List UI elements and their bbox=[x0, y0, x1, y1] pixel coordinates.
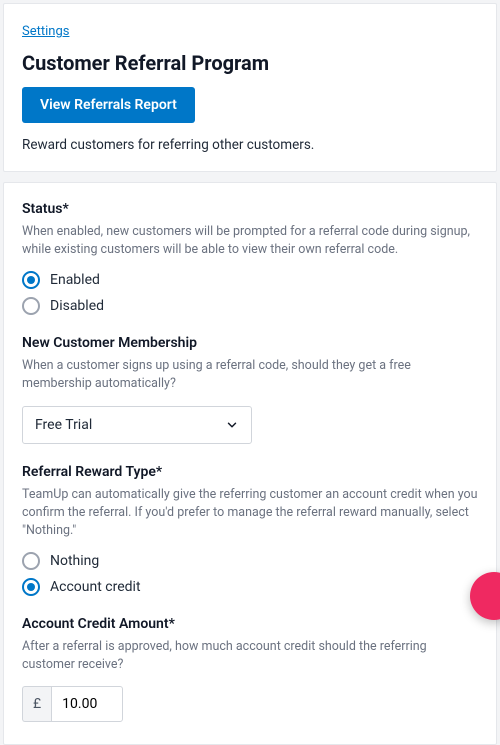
radio-label: Disabled bbox=[50, 298, 104, 314]
radio-icon bbox=[22, 552, 40, 570]
radio-label: Enabled bbox=[50, 272, 100, 288]
chevron-down-icon bbox=[225, 418, 239, 432]
status-help: When enabled, new customers will be prom… bbox=[22, 223, 478, 259]
membership-field: New Customer Membership When a customer … bbox=[22, 335, 478, 443]
radio-icon bbox=[22, 271, 40, 289]
radio-icon bbox=[22, 297, 40, 315]
membership-selected-value: Free Trial bbox=[35, 417, 92, 433]
header-panel: Settings Customer Referral Program View … bbox=[3, 3, 497, 172]
reward-type-label: Referral Reward Type* bbox=[22, 464, 478, 480]
reward-type-help: TeamUp can automatically give the referr… bbox=[22, 486, 478, 540]
currency-prefix: £ bbox=[22, 686, 51, 722]
form-panel: Status* When enabled, new customers will… bbox=[3, 182, 497, 745]
membership-label: New Customer Membership bbox=[22, 335, 478, 351]
reward-type-field: Referral Reward Type* TeamUp can automat… bbox=[22, 464, 478, 596]
radio-label: Account credit bbox=[50, 579, 141, 595]
credit-amount-field: Account Credit Amount* After a referral … bbox=[22, 616, 478, 722]
credit-amount-label: Account Credit Amount* bbox=[22, 616, 478, 632]
radio-icon bbox=[22, 578, 40, 596]
credit-amount-help: After a referral is approved, how much a… bbox=[22, 638, 478, 674]
status-radio-disabled[interactable]: Disabled bbox=[22, 297, 478, 315]
header-description: Reward customers for referring other cus… bbox=[22, 137, 478, 153]
status-field: Status* When enabled, new customers will… bbox=[22, 201, 478, 315]
status-radio-enabled[interactable]: Enabled bbox=[22, 271, 478, 289]
credit-amount-input[interactable] bbox=[51, 686, 123, 722]
reward-radio-nothing[interactable]: Nothing bbox=[22, 552, 478, 570]
page-title: Customer Referral Program bbox=[22, 51, 478, 75]
membership-select[interactable]: Free Trial bbox=[22, 406, 252, 444]
membership-help: When a customer signs up using a referra… bbox=[22, 357, 478, 393]
status-label: Status* bbox=[22, 201, 478, 217]
credit-amount-input-group: £ bbox=[22, 686, 478, 722]
breadcrumb-settings[interactable]: Settings bbox=[22, 24, 69, 39]
reward-radio-credit[interactable]: Account credit bbox=[22, 578, 478, 596]
radio-label: Nothing bbox=[50, 553, 99, 569]
view-referrals-report-button[interactable]: View Referrals Report bbox=[22, 87, 195, 123]
